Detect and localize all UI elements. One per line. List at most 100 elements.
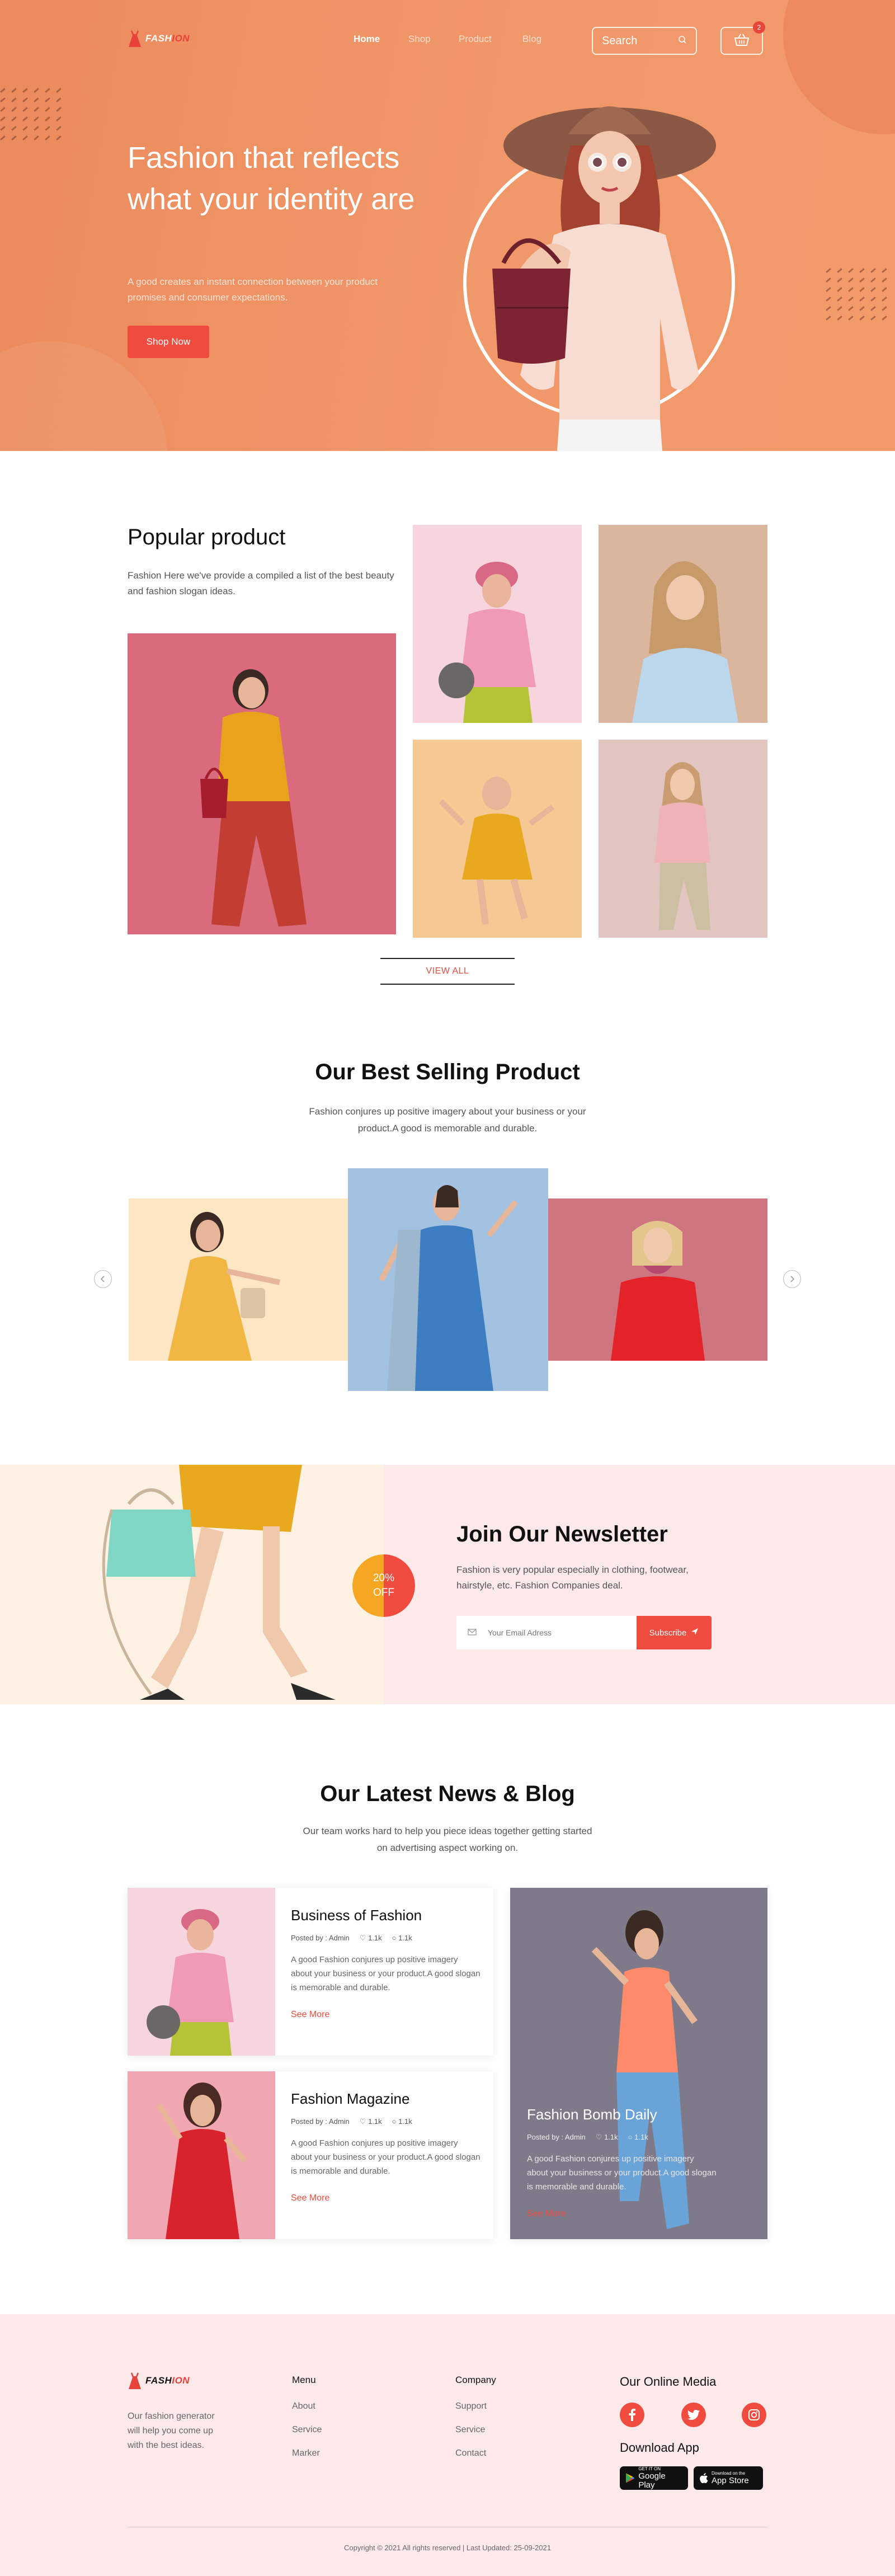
news-post-title[interactable]: Business of Fashion [291,1907,422,1924]
view-all-button[interactable]: VIEW ALL [380,958,515,985]
nav-home[interactable]: Home [354,34,380,45]
popular-product-card[interactable] [413,525,582,723]
popular-product-card[interactable] [599,525,767,723]
model-pink-knit-image [654,762,710,930]
comment-icon: ○ [392,2117,397,2126]
footer-about: Our fashion generator will help you come… [128,2412,215,2450]
see-more-link[interactable]: See More [527,2209,566,2219]
chevron-right-icon [790,1276,795,1282]
news-title: Our Latest News & Blog [320,1781,575,1806]
chevron-left-icon [100,1276,105,1282]
model-legs-bag-image [102,1465,336,1700]
popular-product-card[interactable] [599,740,767,938]
basket-icon [734,33,750,49]
best-selling-card[interactable] [548,1198,767,1361]
footer-link-support[interactable]: Support [455,2401,487,2412]
news-post-meta: Posted by : Admin ♡ 1.1k ○ 1.1k [527,2133,648,2141]
news-post-title[interactable]: Fashion Magazine [291,2090,409,2108]
best-selling-card[interactable] [129,1198,348,1361]
footer-logo[interactable]: FASHION [128,2371,190,2390]
mail-icon [468,1628,477,1637]
footer-social-title: Our Online Media [620,2375,717,2389]
discount-off: OFF [373,1587,394,1599]
newsletter-image-panel [0,1465,384,1704]
footer-menu-title: Menu [292,2375,316,2385]
model-yellow-jacket-image [200,669,307,927]
heart-icon: ♡ [359,1934,366,1942]
app-store-button[interactable]: Download on the App Store [694,2466,763,2490]
heart-icon: ♡ [595,2133,602,2141]
model-blue-shirt-image [632,561,738,723]
cart-count-badge: 2 [753,21,765,34]
subscribe-button[interactable]: Subscribe [637,1616,712,1649]
best-selling-title: Our Best Selling Product [315,1060,580,1084]
dress-icon [128,2371,142,2390]
hero-model-image [492,106,716,451]
hero-section: FASHION Home Shop Product Blog Search 2 … [0,0,895,451]
shop-now-button[interactable]: Shop Now [128,326,209,358]
nav-shop[interactable]: Shop [408,34,431,45]
carousel-next-button[interactable] [783,1270,801,1288]
email-field[interactable]: Your Email Adress [456,1616,637,1649]
newsletter-subtitle: Fashion is very popular especially in cl… [456,1564,689,1591]
decor-dash-pattern [826,268,893,321]
news-subtitle: Our team works hard to help you piece id… [303,1826,592,1853]
footer: FASHION Our fashion generator will help … [0,2314,895,2576]
news-post-text: A good Fashion conjures up positive imag… [291,2138,481,2176]
comment-icon: ○ [392,1934,397,1942]
search-icon [678,35,687,48]
see-more-link[interactable]: See More [291,2010,329,2020]
model-yellow-sundress-image [168,1212,281,1361]
news-post-title[interactable]: Fashion Bomb Daily [527,2106,657,2123]
discount-percent: 20% [373,1572,395,1584]
popular-product-card[interactable] [413,740,582,938]
model-yellow-dress-image [439,777,554,925]
facebook-icon[interactable] [620,2403,644,2427]
see-more-link[interactable]: See More [291,2193,329,2203]
search-input[interactable]: Search [592,27,697,55]
email-placeholder: Your Email Adress [488,1628,552,1637]
best-selling-subtitle: Fashion conjures up positive imagery abo… [309,1106,586,1134]
carousel-prev-button[interactable] [94,1270,112,1288]
popular-subtitle: Fashion Here we've provide a compiled a … [128,570,394,596]
nav-blog[interactable]: Blog [522,34,541,45]
news-image [128,2071,275,2239]
news-post-text: A good Fashion conjures up positive imag… [527,2154,717,2192]
news-card-featured[interactable]: Fashion Bomb Daily Posted by : Admin ♡ 1… [510,1888,767,2239]
footer-link-about[interactable]: About [292,2401,315,2412]
newsletter-title: Join Our Newsletter [456,1522,668,1546]
news-post-meta: Posted by : Admin ♡ 1.1k ○ 1.1k [291,2117,412,2126]
news-post-meta: Posted by : Admin ♡ 1.1k ○ 1.1k [291,1934,412,1942]
footer-link-marker[interactable]: Marker [292,2448,320,2459]
google-play-icon [625,2473,635,2483]
news-card[interactable]: Business of Fashion Posted by : Admin ♡ … [128,1888,493,2056]
footer-link-contact[interactable]: Contact [455,2448,486,2459]
search-placeholder: Search [602,34,638,47]
footer-link-service[interactable]: Service [455,2425,485,2435]
popular-title: Popular product [128,525,286,549]
news-post-text: A good Fashion conjures up positive imag… [291,1955,481,1992]
logo[interactable]: FASHION [128,29,190,48]
send-icon [691,1628,699,1638]
popular-product-card[interactable] [128,633,396,934]
model-blue-dress-image [379,1185,518,1391]
hero-subtitle: A good creates an instant connection bet… [128,276,378,303]
news-image [128,1888,275,2056]
decor-dash-pattern [0,88,67,140]
subscribe-label: Subscribe [649,1628,687,1638]
hero-title: Fashion that reflects what your identity… [128,141,415,216]
footer-link-service[interactable]: Service [292,2425,322,2435]
footer-company-title: Company [455,2375,496,2385]
nav-product[interactable]: Product [459,34,492,45]
model-pink-sweater-image [439,562,536,723]
instagram-icon[interactable] [742,2403,766,2427]
copyright-text: Copyright © 2021 All rights reserved | L… [344,2544,551,2552]
comment-icon: ○ [628,2133,633,2141]
heart-icon: ♡ [359,2117,366,2126]
google-play-button[interactable]: GET IT ON Google Play [620,2466,688,2490]
best-selling-card[interactable] [348,1168,548,1391]
news-card[interactable]: Fashion Magazine Posted by : Admin ♡ 1.1… [128,2071,493,2239]
discount-badge: 20% OFF [352,1554,415,1617]
twitter-icon[interactable] [681,2403,706,2427]
dress-icon [128,29,142,48]
